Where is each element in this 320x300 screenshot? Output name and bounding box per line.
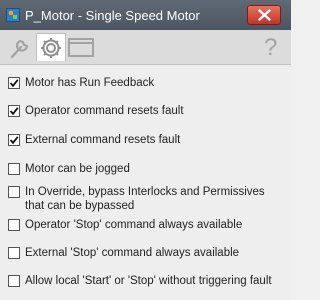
option-label: Motor has Run Feedback xyxy=(25,77,155,89)
gear-icon xyxy=(41,38,61,58)
checkmark-icon xyxy=(9,79,19,88)
option-external-stop-available[interactable]: External 'Stop' command always available xyxy=(8,246,287,260)
option-motor-run-feedback[interactable]: Motor has Run Feedback xyxy=(8,76,287,90)
option-override-bypass[interactable]: In Override, bypass Interlocks and Permi… xyxy=(8,185,287,213)
option-label: External 'Stop' command always available xyxy=(25,247,240,259)
configuration-panel xyxy=(0,65,291,300)
tab-toolbar xyxy=(0,30,291,65)
checkbox[interactable] xyxy=(8,105,20,117)
checkmark-icon xyxy=(9,136,19,145)
tab-configuration[interactable] xyxy=(36,33,66,61)
option-label: Operator command resets fault xyxy=(25,105,184,117)
checkbox[interactable] xyxy=(8,219,20,231)
help-icon[interactable]: ? xyxy=(264,34,277,62)
title-bar[interactable]: P_Motor - Single Speed Motor xyxy=(0,0,291,30)
tab-maintenance[interactable] xyxy=(4,33,34,61)
checkbox[interactable] xyxy=(8,186,20,198)
checkbox[interactable] xyxy=(8,163,20,175)
option-external-resets-fault[interactable]: External command resets fault xyxy=(8,133,287,147)
option-operator-stop-available[interactable]: Operator 'Stop' command always available xyxy=(8,218,287,232)
checkbox[interactable] xyxy=(8,77,20,89)
app-icon xyxy=(6,8,20,22)
option-label: Operator 'Stop' command always available xyxy=(25,219,243,231)
checkmark-icon xyxy=(9,107,19,116)
option-motor-jogged[interactable]: Motor can be jogged xyxy=(8,162,287,176)
window-title: P_Motor - Single Speed Motor xyxy=(25,8,200,23)
tab-faceplate[interactable] xyxy=(66,33,96,61)
option-label: Allow local 'Start' or 'Stop' without tr… xyxy=(25,275,272,287)
option-local-start-stop[interactable]: Allow local 'Start' or 'Stop' without tr… xyxy=(8,274,287,288)
checkbox[interactable] xyxy=(8,247,20,259)
window-icon xyxy=(68,38,94,57)
checkbox[interactable] xyxy=(8,134,20,146)
close-icon xyxy=(258,9,271,21)
option-label: Motor can be jogged xyxy=(25,163,130,175)
option-label: In Override, bypass Interlocks and Permi… xyxy=(25,186,265,212)
wrench-icon xyxy=(10,39,29,59)
close-button[interactable] xyxy=(247,5,281,25)
checkbox[interactable] xyxy=(8,275,20,287)
option-operator-resets-fault[interactable]: Operator command resets fault xyxy=(8,104,287,118)
option-label: External command resets fault xyxy=(25,134,181,146)
